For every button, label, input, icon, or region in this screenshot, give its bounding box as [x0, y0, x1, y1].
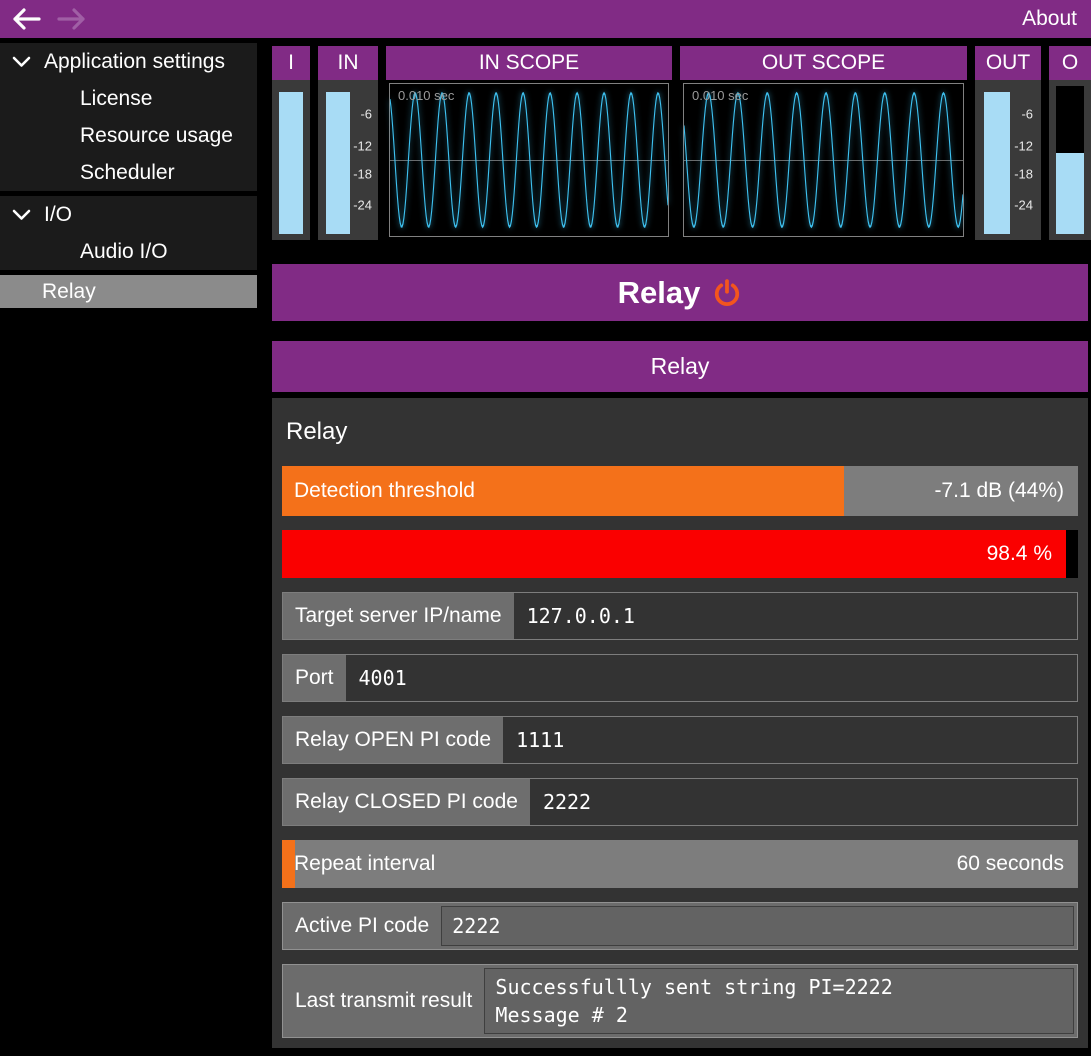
slider-value: 60 seconds	[957, 840, 1064, 888]
last-transmit-result-field: Last transmit result Successfullly sent …	[282, 964, 1078, 1038]
level-bar	[279, 92, 303, 234]
level-bar	[326, 92, 350, 234]
scale-label: -24	[1014, 197, 1033, 212]
about-button[interactable]: About	[1022, 0, 1077, 38]
slider-fill	[282, 840, 295, 888]
sidebar-item-label: Scheduler	[80, 161, 175, 185]
app-window: About Application settings License Resou…	[0, 0, 1091, 1056]
power-icon	[712, 278, 742, 308]
scale-label: -18	[1014, 167, 1033, 182]
top-bar: About	[0, 0, 1091, 38]
port-field: Port 4001	[282, 654, 1078, 702]
scope-time-label: 0.010 sec	[398, 88, 454, 103]
sidebar-item-label: I/O	[44, 203, 72, 227]
sidebar-group-io: I/O Audio I/O	[0, 196, 257, 270]
field-label: Active PI code	[283, 903, 441, 949]
sidebar-item-application-settings[interactable]: Application settings	[0, 43, 257, 80]
field-label: Target server IP/name	[283, 593, 514, 639]
waveform	[390, 84, 668, 236]
relay-power-button[interactable]: Relay	[272, 264, 1088, 321]
result-line: Message # 2	[495, 1001, 1073, 1029]
output-meter: OUT -6 -12 -18 -24	[975, 46, 1041, 240]
last-transmit-result-value: Successfullly sent string PI=2222 Messag…	[484, 968, 1074, 1034]
meter-header: OUT	[975, 46, 1041, 80]
relay-panel: Relay Detection threshold -7.1 dB (44%) …	[272, 398, 1088, 1048]
sidebar-item-label: Relay	[42, 280, 96, 304]
input-meter: IN -6 -12 -18 -24	[318, 46, 378, 240]
field-label: Relay OPEN PI code	[283, 717, 503, 763]
input-level-meter: 98.4 %	[282, 530, 1078, 578]
chevron-down-icon	[12, 55, 34, 69]
scale-label: -6	[360, 106, 372, 121]
target-server-field: Target server IP/name 127.0.0.1	[282, 592, 1078, 640]
field-label: Relay CLOSED PI code	[283, 779, 530, 825]
scope-time-label: 0.010 sec	[692, 88, 748, 103]
scale-label: -12	[1014, 138, 1033, 153]
sidebar-item-label: Audio I/O	[80, 240, 168, 264]
meter-strip: I IN -6 -12 -18 -24 IN SCOPE	[272, 46, 1091, 240]
scale-label: -6	[1021, 106, 1033, 121]
sidebar: Application settings License Resource us…	[0, 38, 257, 1056]
oscilloscope: 0.010 sec	[683, 83, 964, 237]
back-icon[interactable]	[10, 5, 44, 33]
relay-section-header[interactable]: Relay	[272, 341, 1088, 392]
sidebar-item-scheduler[interactable]: Scheduler	[0, 154, 257, 191]
forward-icon[interactable]	[54, 5, 88, 33]
scale-label: -24	[353, 197, 372, 212]
sidebar-item-relay[interactable]: Relay	[0, 275, 257, 308]
relay-closed-pi-field: Relay CLOSED PI code 2222	[282, 778, 1078, 826]
port-input[interactable]: 4001	[346, 655, 1077, 701]
sidebar-item-label: Application settings	[44, 50, 225, 74]
scale-label: -12	[353, 138, 372, 153]
active-pi-code-field: Active PI code 2222	[282, 902, 1078, 950]
out-scope: OUT SCOPE 0.010 sec	[680, 46, 967, 240]
sidebar-item-license[interactable]: License	[0, 80, 257, 117]
slider-value: -7.1 dB (44%)	[934, 466, 1064, 516]
target-server-input[interactable]: 127.0.0.1	[514, 593, 1077, 639]
scale-label: -18	[353, 167, 372, 182]
meter-header: O	[1049, 46, 1091, 80]
sidebar-group-application-settings: Application settings License Resource us…	[0, 43, 257, 191]
output-right-meter: O	[1049, 46, 1091, 240]
detection-threshold-slider[interactable]: Detection threshold -7.1 dB (44%)	[282, 466, 1078, 516]
chevron-down-icon	[12, 208, 34, 222]
scope-header: IN SCOPE	[386, 46, 672, 80]
scope-header: OUT SCOPE	[680, 46, 967, 80]
level-bar	[1056, 153, 1084, 234]
slider-label: Repeat interval	[294, 840, 435, 888]
waveform	[684, 84, 963, 236]
slider-label: Detection threshold	[294, 466, 475, 516]
sidebar-item-io[interactable]: I/O	[0, 196, 257, 233]
panel-title: Relay	[282, 412, 1078, 452]
sidebar-item-label: Resource usage	[80, 124, 233, 148]
field-label: Port	[283, 655, 346, 701]
in-scope: IN SCOPE 0.010 sec	[386, 46, 672, 240]
meter-header: IN	[318, 46, 378, 80]
relay-banner-title: Relay	[618, 275, 701, 311]
active-pi-code-value: 2222	[441, 906, 1074, 946]
relay-closed-pi-input[interactable]: 2222	[530, 779, 1077, 825]
sidebar-item-audio-io[interactable]: Audio I/O	[0, 233, 257, 270]
input-left-meter: I	[272, 46, 310, 240]
level-fill	[282, 530, 1066, 578]
level-bar	[984, 92, 1010, 234]
level-value: 98.4 %	[987, 530, 1052, 578]
meter-header: I	[272, 46, 310, 80]
relay-open-pi-field: Relay OPEN PI code 1111	[282, 716, 1078, 764]
oscilloscope: 0.010 sec	[389, 83, 669, 237]
field-label: Last transmit result	[283, 965, 484, 1037]
result-line: Successfullly sent string PI=2222	[495, 973, 1073, 1001]
repeat-interval-slider[interactable]: Repeat interval 60 seconds	[282, 840, 1078, 888]
sidebar-item-label: License	[80, 87, 152, 111]
sidebar-item-resource-usage[interactable]: Resource usage	[0, 117, 257, 154]
relay-open-pi-input[interactable]: 1111	[503, 717, 1077, 763]
